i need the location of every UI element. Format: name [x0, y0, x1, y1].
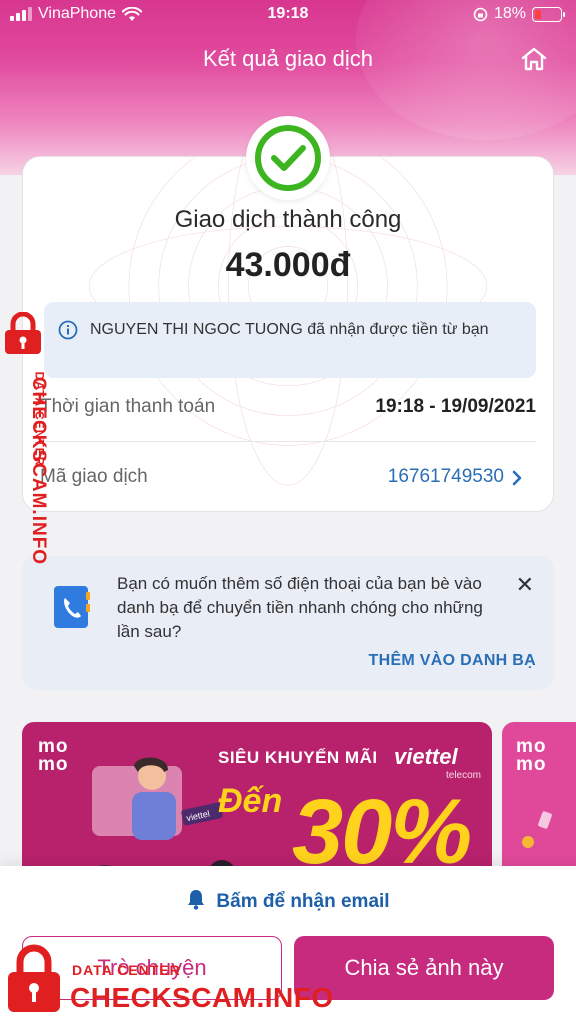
transaction-id-value[interactable]: 16761749530 — [388, 466, 504, 488]
contact-book-icon — [54, 586, 90, 628]
receive-email-link[interactable]: Bấm để nhận email — [0, 888, 576, 913]
recipient-notice: NGUYEN THI NGOC TUONG đã nhận được tiền … — [44, 302, 536, 378]
watermark-text: CHECKSCAM.INFO — [70, 982, 334, 1013]
promo-prefix: Đến — [218, 782, 283, 820]
promo-banner[interactable]: mo mo viettel SIÊU KHUYẾN MÃI viettel tel… — [22, 722, 492, 882]
close-icon[interactable]: ✕ — [516, 572, 534, 598]
watermark-lock-icon — [8, 944, 60, 1012]
payment-time-label: Thời gian thanh toán — [40, 396, 216, 417]
payment-time-value: 19:18 - 19/09/2021 — [375, 396, 536, 417]
chevron-right-icon — [512, 470, 522, 486]
transaction-status: Giao dịch thành công — [174, 206, 402, 233]
home-icon[interactable] — [520, 46, 548, 72]
divider — [40, 441, 536, 442]
battery-percent: 18% — [493, 5, 526, 22]
add-contact-suggestion: Bạn có muốn thêm số điện thoại của bạn b… — [22, 556, 554, 690]
momo-logo: mo mo — [38, 736, 69, 775]
watermark-text-vertical: CHECKSCAM.INFO — [28, 376, 50, 566]
page-title: Kết quả giao dịch — [202, 46, 374, 71]
bell-icon — [188, 890, 205, 910]
rotation-lock-icon — [473, 7, 488, 21]
watermark-lock-icon — [5, 312, 41, 354]
promo-brand: viettel — [394, 744, 458, 769]
status-bar: VinaPhone 19:18 18% — [0, 0, 576, 30]
receive-email-label: Bấm để nhận email — [216, 891, 390, 912]
transaction-id-label: Mã giao dịch — [40, 466, 148, 487]
promo-banner-next[interactable]: mo mo — [502, 722, 576, 882]
watermark-subtext: DATA CENTER — [72, 962, 181, 978]
notice-text: NGUYEN THI NGOC TUONG đã nhận được tiền … — [90, 321, 489, 338]
battery-icon — [532, 6, 565, 22]
coin-icon — [522, 811, 552, 848]
success-check-icon — [255, 125, 321, 191]
promo-title: SIÊU KHUYẾN MÃI — [218, 748, 378, 767]
info-icon — [58, 320, 78, 340]
momo-logo: mo mo — [516, 736, 547, 775]
transaction-amount: 43.000đ — [225, 246, 351, 284]
suggestion-text: Bạn có muốn thêm số điện thoại của bạn b… — [117, 574, 483, 641]
success-badge — [246, 116, 330, 200]
add-to-contacts-button[interactable]: THÊM VÀO DANH BẠ — [369, 652, 536, 670]
